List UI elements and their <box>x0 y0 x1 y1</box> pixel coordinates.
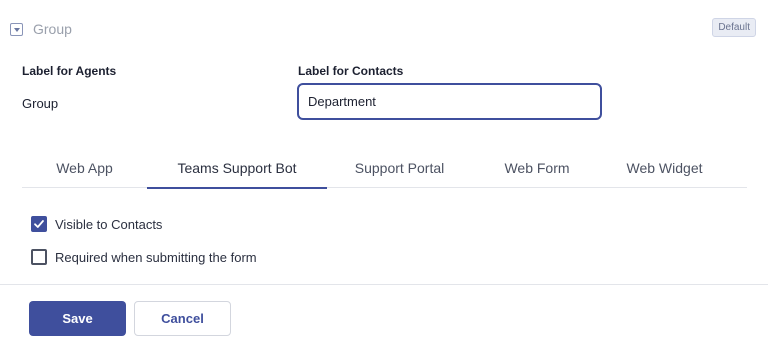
tab-teams-support-bot[interactable]: Teams Support Bot <box>147 148 327 189</box>
save-button[interactable]: Save <box>29 301 126 336</box>
checkmark-icon <box>34 220 44 228</box>
required-option[interactable]: Required when submitting the form <box>31 249 257 265</box>
cancel-button[interactable]: Cancel <box>134 301 231 336</box>
tab-support-portal[interactable]: Support Portal <box>327 148 472 188</box>
visible-checkbox[interactable] <box>31 216 47 232</box>
tab-web-app[interactable]: Web App <box>22 148 147 188</box>
footer-divider <box>0 284 768 285</box>
agents-label-value: Group <box>22 96 59 111</box>
default-badge: Default <box>712 18 756 37</box>
required-checkbox[interactable] <box>31 249 47 265</box>
channel-tabs: Web App Teams Support Bot Support Portal… <box>22 148 747 189</box>
dropdown-field-icon <box>10 22 23 36</box>
field-title: Group <box>33 21 72 37</box>
field-settings-panel: Group Default Label for Agents Group Lab… <box>0 0 768 348</box>
visible-label: Visible to Contacts <box>55 216 163 232</box>
contacts-label: Label for Contacts <box>298 64 404 78</box>
tab-web-widget[interactable]: Web Widget <box>602 148 727 188</box>
required-label: Required when submitting the form <box>55 249 257 265</box>
tab-web-form[interactable]: Web Form <box>472 148 602 188</box>
visible-to-contacts-option[interactable]: Visible to Contacts <box>31 216 162 232</box>
field-header: Group <box>10 19 72 39</box>
agents-label: Label for Agents <box>22 64 117 78</box>
contacts-label-input[interactable] <box>297 83 602 120</box>
